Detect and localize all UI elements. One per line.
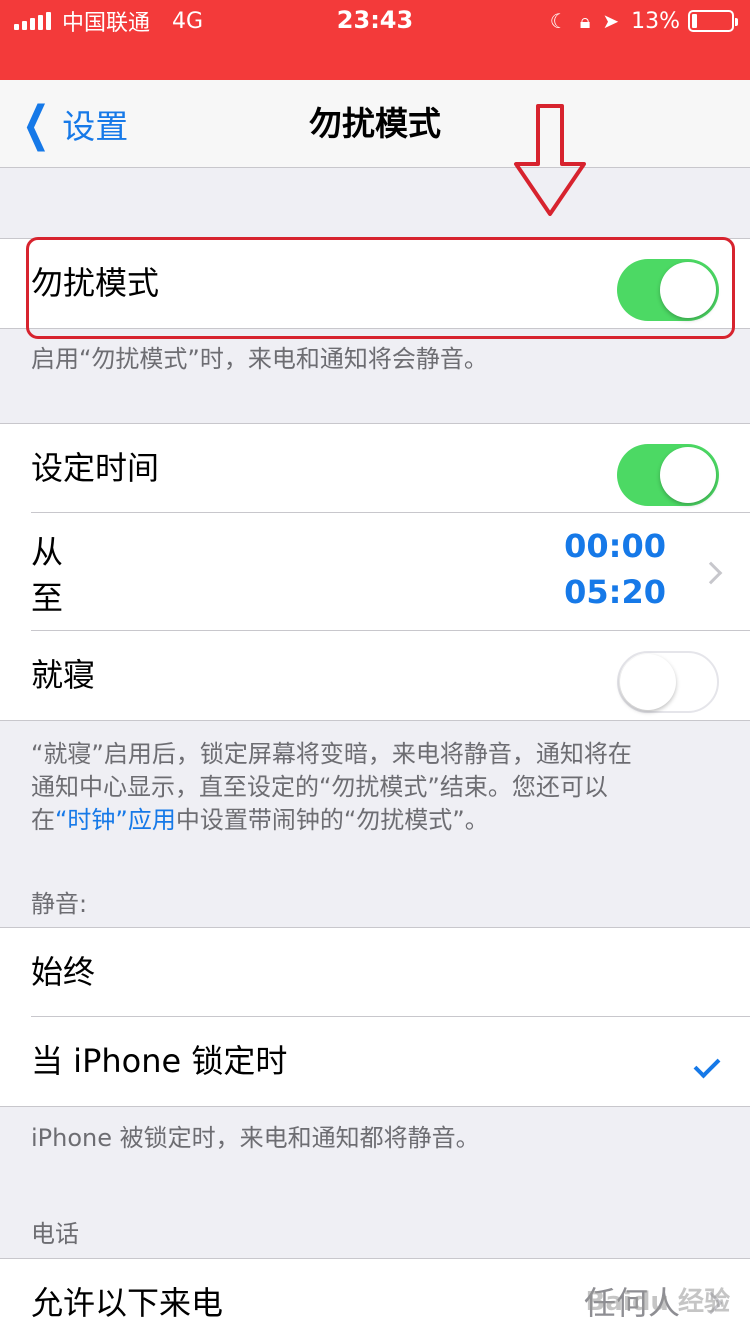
page-title: 勿扰模式 (309, 104, 441, 143)
status-bar-right: ☾ 🔒︎ ➤ 13% (549, 8, 738, 34)
navigation-bar: ❮ 设置 勿扰模式 (0, 80, 750, 168)
footer-text: 中设置带闹钟的“勿扰模式”。 (175, 806, 489, 834)
clock-app-link[interactable]: “时钟”应用 (55, 806, 176, 834)
silence-option-locked[interactable]: 当 iPhone 锁定时 (0, 1017, 750, 1106)
chevron-right-icon (699, 561, 723, 585)
silence-footer-note: iPhone 被锁定时，来电和通知都将静音。 (31, 1124, 480, 1152)
battery-level-fill (692, 14, 697, 28)
rotation-lock-icon: 🔒︎ (579, 9, 591, 33)
bedtime-footer-note: “就寝”启用后，锁定屏幕将变暗，来电将静音，通知将在 通知中心显示，直至设定的“… (31, 738, 721, 837)
option-label: 当 iPhone 锁定时 (31, 1042, 288, 1080)
down-arrow-icon (514, 104, 586, 216)
location-arrow-icon: ➤ (602, 9, 620, 33)
bedtime-label: 就寝 (31, 656, 96, 694)
moon-icon: ☾ (549, 9, 568, 33)
dnd-footer-note: 启用“勿扰模式”时，来电和通知将会静音。 (31, 345, 488, 373)
bedtime-footer-line-3: 在“时钟”应用中设置带闹钟的“勿扰模式”。 (31, 804, 721, 837)
footer-text: 在 (31, 806, 55, 834)
schedule-label: 设定时间 (31, 449, 160, 487)
checkmark-icon (693, 1051, 721, 1079)
from-label: 从 (31, 533, 64, 571)
phone-section-header: 电话 (31, 1220, 79, 1248)
watermark-logo: Baidu 经验 (585, 1287, 730, 1317)
silence-section-header: 静音: (31, 890, 88, 918)
allow-calls-label: 允许以下来电 (31, 1284, 224, 1322)
option-label: 始终 (31, 953, 96, 991)
bedtime-footer-line-1: “就寝”启用后，锁定屏幕将变暗，来电将静音，通知将在 (31, 740, 632, 768)
toggle-knob (620, 654, 676, 710)
bedtime-cell: 就寝 (0, 631, 750, 720)
highlight-box (26, 237, 735, 339)
to-time: 05:20 (564, 573, 666, 611)
status-bar: 中国联通 4G 23:43 ☾ 🔒︎ ➤ 13% (0, 0, 750, 80)
silence-option-always[interactable]: 始终 (0, 928, 750, 1017)
battery-icon (688, 10, 738, 32)
battery-percent: 13% (631, 8, 680, 34)
bedtime-footer-line-2: 通知中心显示，直至设定的“勿扰模式”结束。您还可以 (31, 773, 608, 801)
to-label: 至 (31, 579, 64, 617)
schedule-cell: 设定时间 (0, 424, 750, 513)
toggle-knob (660, 447, 716, 503)
silence-group: 始终 当 iPhone 锁定时 (0, 927, 750, 1107)
schedule-toggle[interactable] (617, 444, 719, 506)
schedule-group: 设定时间 从 至 00:00 05:20 就寝 (0, 423, 750, 721)
bedtime-toggle[interactable] (617, 651, 719, 713)
time-range-cell[interactable]: 从 至 00:00 05:20 (0, 513, 750, 631)
battery-cap (735, 18, 738, 26)
from-time: 00:00 (564, 527, 666, 565)
